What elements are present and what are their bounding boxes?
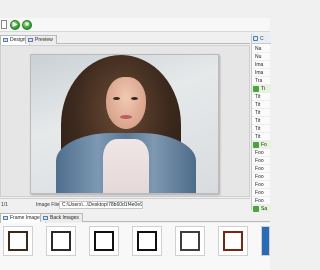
preview-icon bbox=[28, 38, 33, 42]
property-row[interactable]: Tra bbox=[252, 77, 271, 85]
property-row[interactable]: Tit bbox=[252, 133, 271, 141]
toolbar: ▶ ■ bbox=[0, 18, 270, 32]
photo-face bbox=[106, 77, 146, 129]
property-row[interactable]: Tit bbox=[252, 101, 271, 109]
property-label: Fo bbox=[261, 142, 267, 148]
property-label: Tit bbox=[255, 118, 261, 124]
tab-back-images-label: Back Images bbox=[50, 215, 79, 221]
property-label: Foo bbox=[255, 174, 264, 180]
property-row[interactable]: Ima bbox=[252, 69, 271, 77]
play-icon[interactable]: ▶ bbox=[10, 20, 20, 30]
tab-design-label: Design bbox=[10, 37, 26, 43]
image-file-label: Image File: bbox=[36, 202, 61, 208]
framed-photo[interactable] bbox=[30, 54, 219, 194]
property-label: Ima bbox=[255, 70, 264, 76]
property-label: Foo bbox=[255, 198, 264, 204]
page-indicator: 1/1 bbox=[1, 202, 8, 208]
properties-icon bbox=[253, 36, 258, 41]
category-icon bbox=[253, 142, 259, 148]
property-row[interactable]: Tit bbox=[252, 109, 271, 117]
photo-lips bbox=[120, 115, 132, 119]
status-bar: 1/1 Image File: C:\Users\...\Desktop\78b… bbox=[0, 198, 250, 210]
frame-thumbnail-1[interactable] bbox=[3, 226, 33, 256]
frame-thumbnail-2[interactable] bbox=[46, 226, 76, 256]
properties-header-label: C bbox=[260, 36, 264, 42]
property-label: Foo bbox=[255, 158, 264, 164]
property-label: Nu bbox=[255, 54, 262, 60]
property-row[interactable]: Tit bbox=[252, 93, 271, 101]
frame-thumbnail-5[interactable] bbox=[175, 226, 205, 256]
tab-frame-images-label: Frame Images bbox=[10, 215, 43, 221]
frame-thumbnail-3[interactable] bbox=[89, 226, 119, 256]
photo-shirt bbox=[103, 139, 149, 193]
property-row[interactable]: Tit bbox=[252, 117, 271, 125]
property-row[interactable]: Ima bbox=[252, 61, 271, 69]
properties-panel: C Na Nu Ima Ima Tra Ti Tit Tit Tit Tit Tit Tit Fo Foo… bbox=[251, 34, 271, 213]
property-label: Tit bbox=[255, 134, 261, 140]
property-row[interactable]: Foo bbox=[252, 173, 271, 181]
property-row[interactable]: Foo bbox=[252, 197, 271, 205]
tab-preview-label: Preview bbox=[35, 37, 53, 43]
property-label: Tit bbox=[255, 126, 261, 132]
image-file-path: C:\Users\...\Desktop\78b60d1f4e0e9f72b56… bbox=[59, 201, 143, 209]
property-label: Tit bbox=[255, 102, 261, 108]
property-label: Tra bbox=[255, 78, 263, 84]
property-label: Ti bbox=[261, 86, 265, 92]
properties-header: C bbox=[252, 34, 271, 44]
property-label: Foo bbox=[255, 190, 264, 196]
photo-eye-right bbox=[131, 97, 138, 100]
property-category-row[interactable]: Fo bbox=[252, 141, 271, 149]
property-label: Na bbox=[255, 46, 262, 52]
property-label: Foo bbox=[255, 182, 264, 188]
bottom-tabs: Frame Images Back Images bbox=[0, 212, 270, 223]
design-icon bbox=[3, 38, 8, 42]
category-icon bbox=[253, 86, 259, 92]
property-row[interactable]: Foo bbox=[252, 189, 271, 197]
property-row[interactable]: Foo bbox=[252, 157, 271, 165]
property-category-row[interactable]: Ti bbox=[252, 85, 271, 93]
frame-thumbnail-4[interactable] bbox=[132, 226, 162, 256]
back-images-icon bbox=[43, 216, 48, 220]
property-row[interactable]: Tit bbox=[252, 125, 271, 133]
editor-tabs: Design Preview bbox=[0, 34, 250, 45]
property-label: Foo bbox=[255, 150, 264, 156]
frame-thumbnail-6[interactable] bbox=[218, 226, 248, 256]
frames-gallery bbox=[0, 223, 270, 270]
stop-icon[interactable]: ■ bbox=[22, 20, 32, 30]
property-row[interactable]: Foo bbox=[252, 149, 271, 157]
property-label: Tit bbox=[255, 110, 261, 116]
tab-back-images[interactable]: Back Images bbox=[40, 213, 83, 222]
property-row[interactable]: Foo bbox=[252, 165, 271, 173]
new-document-icon[interactable] bbox=[1, 20, 7, 29]
photo-eye-left bbox=[113, 97, 120, 100]
property-label: Ima bbox=[255, 62, 264, 68]
design-canvas[interactable] bbox=[0, 45, 250, 197]
tab-preview[interactable]: Preview bbox=[25, 35, 57, 44]
property-row[interactable]: Foo bbox=[252, 181, 271, 189]
property-label: Foo bbox=[255, 166, 264, 172]
property-row[interactable]: Nu bbox=[252, 53, 271, 61]
frame-images-icon bbox=[3, 216, 8, 220]
property-label: Tit bbox=[255, 94, 261, 100]
property-row[interactable]: Na bbox=[252, 45, 271, 53]
frame-thumbnail-7[interactable] bbox=[261, 226, 270, 256]
